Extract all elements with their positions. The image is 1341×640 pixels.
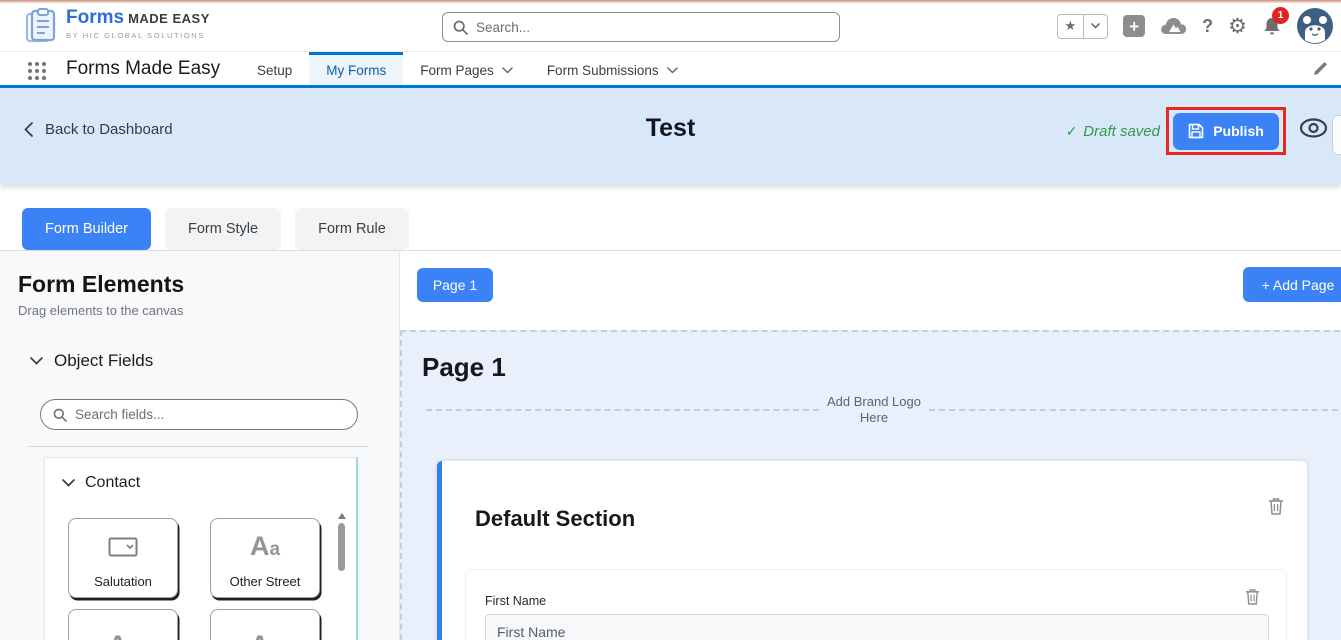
page-1-tab-button[interactable]: Page 1 <box>417 268 493 302</box>
app-window: Forms MADE EASY BY HIC GLOBAL SOLUTIONS ★… <box>0 0 1341 640</box>
tab-form-builder[interactable]: Form Builder <box>22 208 151 250</box>
clipboard-logo-icon <box>24 8 58 44</box>
nav-tabs: Setup My Forms Form Pages Form Submissio… <box>240 52 695 85</box>
contact-scrollbar[interactable] <box>337 513 346 640</box>
publish-button[interactable]: Publish <box>1173 113 1279 150</box>
search-icon <box>53 408 67 422</box>
field-tile-clipped[interactable]: Aa <box>210 609 320 640</box>
nav-tab-form-pages-label: Form Pages <box>420 63 494 78</box>
chevron-left-icon <box>24 122 33 137</box>
delete-field-trash-icon[interactable] <box>1245 588 1260 605</box>
section-title: Default Section <box>475 506 635 532</box>
brand-logo-text: Forms MADE EASY BY HIC GLOBAL SOLUTIONS <box>66 8 210 40</box>
global-search[interactable] <box>442 12 840 42</box>
clipped-edge-button[interactable] <box>1332 115 1341 155</box>
save-icon <box>1188 123 1204 139</box>
first-name-field-block[interactable]: First Name <box>465 569 1287 640</box>
brand-logo-placeholder[interactable]: Add Brand Logo Here <box>426 394 1341 426</box>
app-nav-bar: Forms Made Easy Setup My Forms Form Page… <box>0 52 1341 88</box>
brand-logo-placeholder-label[interactable]: Add Brand Logo Here <box>819 394 929 426</box>
field-tile-salutation[interactable]: Salutation <box>68 518 178 598</box>
back-to-dashboard-label: Back to Dashboard <box>45 121 173 138</box>
add-page-button[interactable]: + Add Page <box>1243 267 1341 302</box>
chevron-down-icon <box>62 479 75 487</box>
preview-eye-icon[interactable] <box>1299 117 1328 139</box>
form-header-banner: Back to Dashboard Test ✓ Draft saved Pub… <box>0 88 1341 184</box>
nav-tab-form-pages[interactable]: Form Pages <box>403 52 530 85</box>
dashed-divider <box>426 409 819 411</box>
nav-tab-form-submissions-label: Form Submissions <box>547 63 659 78</box>
tab-form-style[interactable]: Form Style <box>165 208 281 250</box>
scroll-up-arrow-icon[interactable] <box>338 513 346 519</box>
trailhead-help-icon[interactable] <box>1160 16 1187 37</box>
text-field-icon: Aa <box>69 610 177 640</box>
header-actions: ★ + ? ⚙ 1 <box>1057 0 1333 52</box>
draft-saved-status: ✓ Draft saved <box>1066 123 1160 140</box>
sidebar-divider <box>28 446 369 447</box>
field-tile-label: Salutation <box>94 574 152 589</box>
nav-tab-my-forms[interactable]: My Forms <box>309 52 403 85</box>
draft-saved-label: Draft saved <box>1083 123 1160 140</box>
quick-create-icon[interactable]: + <box>1123 15 1145 37</box>
check-icon: ✓ <box>1066 123 1078 140</box>
tab-form-rule[interactable]: Form Rule <box>295 208 409 250</box>
nav-tab-setup-label: Setup <box>257 63 292 78</box>
avatar[interactable] <box>1297 8 1333 44</box>
back-to-dashboard-link[interactable]: Back to Dashboard <box>24 121 173 138</box>
field-tile-label: Other Street <box>230 574 301 589</box>
favorites-button[interactable]: ★ <box>1057 14 1109 39</box>
global-search-input[interactable] <box>476 20 829 35</box>
panel-subtitle: Drag elements to the canvas <box>18 303 183 318</box>
scrollbar-thumb[interactable] <box>338 523 345 571</box>
notification-badge: 1 <box>1272 7 1289 24</box>
text-field-icon: Aa <box>211 610 319 640</box>
help-icon[interactable]: ? <box>1202 16 1213 37</box>
brand-suffix: MADE EASY <box>128 11 210 26</box>
window-top-edge <box>0 0 1341 3</box>
field-label: First Name <box>485 594 546 608</box>
object-fields-label: Object Fields <box>54 351 153 371</box>
search-icon <box>453 20 468 35</box>
chevron-down-icon <box>502 67 513 74</box>
form-elements-panel: Form Elements Drag elements to the canva… <box>0 251 400 640</box>
global-header: Forms MADE EASY BY HIC GLOBAL SOLUTIONS ★… <box>0 0 1341 52</box>
field-search[interactable] <box>40 399 358 430</box>
builder-tab-bar: Form Builder Form Style Form Rule <box>22 208 409 250</box>
default-section-card[interactable]: Default Section First Name <box>437 461 1307 640</box>
edit-nav-pencil-icon[interactable] <box>1312 60 1329 77</box>
nav-tab-form-submissions[interactable]: Form Submissions <box>530 52 695 85</box>
brand-tagline: BY HIC GLOBAL SOLUTIONS <box>66 31 210 40</box>
object-fields-toggle[interactable]: Object Fields <box>30 351 153 371</box>
dashed-divider <box>929 409 1341 411</box>
app-name: Forms Made Easy <box>66 52 220 86</box>
contact-group-label: Contact <box>85 474 140 492</box>
field-tile-clipped[interactable]: Aa <box>68 609 178 640</box>
delete-section-trash-icon[interactable] <box>1268 497 1284 515</box>
contact-group-toggle[interactable]: Contact <box>62 474 140 492</box>
brand-name: Forms <box>66 7 124 28</box>
field-search-input[interactable] <box>75 407 345 422</box>
brand-logo[interactable]: Forms MADE EASY BY HIC GLOBAL SOLUTIONS <box>24 8 210 44</box>
page-canvas: Page 1 Add Brand Logo Here Default Secti… <box>400 330 1341 640</box>
field-tile-other-street[interactable]: Aa Other Street <box>210 518 320 598</box>
chevron-down-icon <box>667 67 678 74</box>
chevron-down-icon <box>30 357 43 365</box>
gear-icon[interactable]: ⚙ <box>1228 16 1247 37</box>
picklist-icon <box>69 519 177 574</box>
form-canvas-area: Page 1 + Add Page Page 1 Add Brand Logo … <box>400 251 1341 640</box>
favorites-dropdown-icon[interactable] <box>1083 15 1107 38</box>
annotation-highlight-box: Publish <box>1166 107 1286 155</box>
nav-tab-my-forms-label: My Forms <box>326 63 386 78</box>
page-title: Page 1 <box>422 352 506 383</box>
star-icon[interactable]: ★ <box>1058 15 1084 38</box>
notifications-button[interactable]: 1 <box>1262 16 1282 37</box>
app-launcher-icon[interactable] <box>28 62 46 80</box>
first-name-input[interactable] <box>485 614 1269 640</box>
text-field-icon: Aa <box>211 519 319 574</box>
panel-title: Form Elements <box>18 271 184 298</box>
publish-button-label: Publish <box>1213 123 1264 139</box>
contact-field-group: Contact Salutation Aa Other Street <box>44 457 358 640</box>
nav-tab-setup[interactable]: Setup <box>240 52 309 85</box>
